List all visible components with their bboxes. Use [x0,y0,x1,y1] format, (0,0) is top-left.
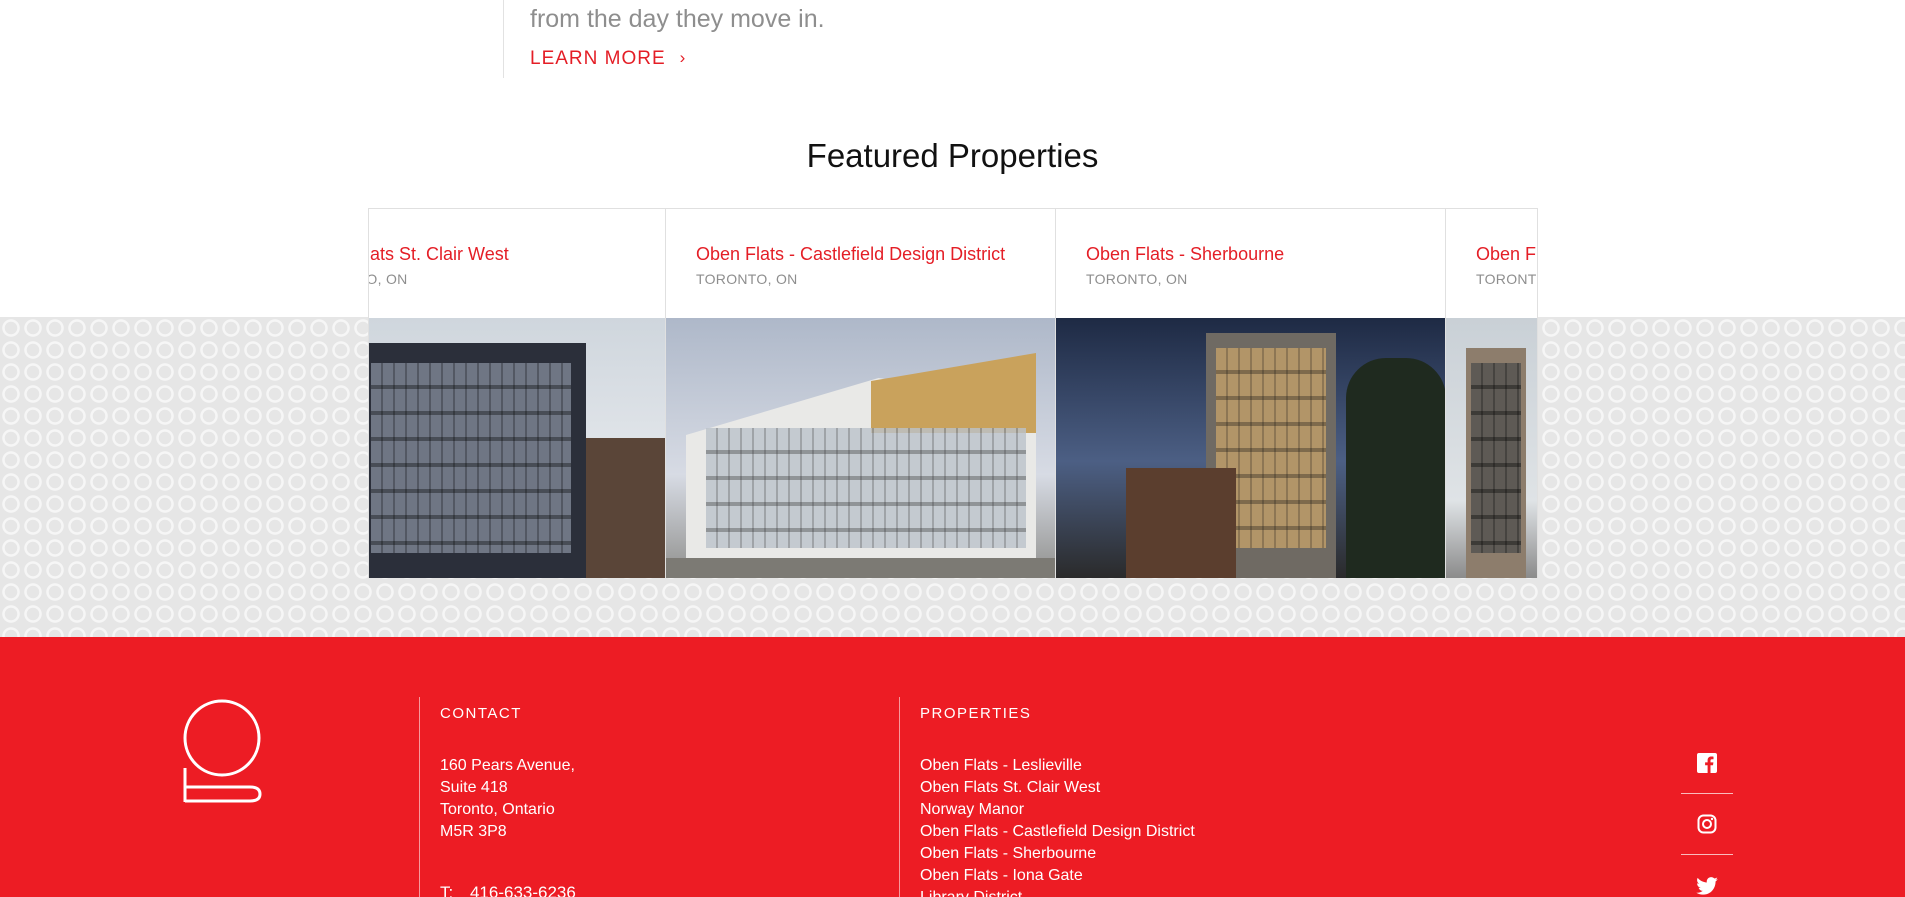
carousel-track: Oben Flats St. Clair West TORONTO, ON Ob… [369,209,1537,578]
contact-phone: T: 416-633-6236 [440,883,899,897]
chevron-right-icon: › [679,48,687,67]
property-link[interactable]: Oben Flats - Leslieville [920,755,1399,777]
contact-heading: CONTACT [440,705,522,722]
learn-more-label: LEARN MORE [530,48,666,69]
property-title[interactable]: Oben Flats - Iona Gate [1476,243,1537,265]
street [666,558,1055,578]
property-title[interactable]: Oben Flats St. Clair West [369,243,665,265]
card-header: Oben Flats - Castlefield Design District… [666,209,1055,318]
address-line: M5R 3P8 [440,823,507,840]
property-location: TORONTO, ON [1086,271,1188,287]
property-location: TORONTO, ON [696,271,798,287]
twitter-icon [1696,876,1718,895]
properties-list: Oben Flats - Leslieville Oben Flats St. … [920,755,1399,897]
building-shape [1126,468,1236,578]
building-windows [1471,363,1521,553]
property-image[interactable] [1446,318,1537,578]
building-accent [871,353,1036,433]
building-shape [586,438,665,578]
social-links [1681,733,1733,897]
intro-text: from the day they move in. [530,5,825,33]
property-image[interactable] [369,318,665,578]
facebook-icon [1697,753,1717,773]
intro-block: from the day they move in. LEARN MORE › [503,0,1103,78]
properties-column: PROPERTIES Oben Flats - Leslieville Oben… [899,697,1399,897]
property-location: TORONTO, ON [369,271,408,287]
phone-link[interactable]: 416-633-6236 [470,883,576,897]
instagram-icon [1697,814,1717,834]
instagram-link[interactable] [1681,794,1733,855]
property-link[interactable]: Library District [920,887,1399,897]
property-link[interactable]: Oben Flats St. Clair West [920,777,1399,799]
property-card[interactable]: Oben Flats St. Clair West TORONTO, ON [369,209,666,578]
contact-address: 160 Pears Avenue, Suite 418 Toronto, Ont… [440,755,899,843]
address-line: Suite 418 [440,779,508,796]
facebook-link[interactable] [1681,733,1733,794]
property-image[interactable] [1056,318,1445,578]
property-link[interactable]: Oben Flats - Castlefield Design District [920,821,1399,843]
building-windows [371,363,571,553]
properties-carousel[interactable]: Oben Flats St. Clair West TORONTO, ON Ob… [368,208,1538,578]
property-link[interactable]: Oben Flats - Iona Gate [920,865,1399,887]
page: from the day they move in. LEARN MORE › … [0,0,1905,897]
featured-properties-title: Featured Properties [806,137,1099,174]
property-link[interactable]: Oben Flats - Sherbourne [920,843,1399,865]
property-card[interactable]: Oben Flats - Iona Gate TORONTO, ON [1446,209,1537,578]
building-windows [706,428,1026,548]
card-header: Oben Flats St. Clair West TORONTO, ON [369,209,665,318]
learn-more-link[interactable]: LEARN MORE › [530,48,686,70]
properties-heading: PROPERTIES [920,705,1032,722]
property-title[interactable]: Oben Flats - Sherbourne [1086,243,1445,265]
card-header: Oben Flats - Iona Gate TORONTO, ON [1446,209,1537,318]
address-line: 160 Pears Avenue, [440,757,575,774]
property-location: TORONTO, ON [1476,271,1537,287]
contact-column: CONTACT 160 Pears Avenue, Suite 418 Toro… [419,697,899,897]
site-footer: CONTACT 160 Pears Avenue, Suite 418 Toro… [0,637,1905,897]
oben-logo-icon[interactable] [182,698,262,804]
address-line: Toronto, Ontario [440,801,555,818]
tree-shape [1346,358,1445,578]
twitter-link[interactable] [1681,855,1733,897]
property-title[interactable]: Oben Flats - Castlefield Design District [696,243,1055,265]
property-image[interactable] [666,318,1055,578]
phone-label: T: [440,883,454,897]
property-link[interactable]: Norway Manor [920,799,1399,821]
card-header: Oben Flats - Sherbourne TORONTO, ON [1056,209,1445,318]
property-card[interactable]: Oben Flats - Sherbourne TORONTO, ON [1056,209,1446,578]
property-card[interactable]: Oben Flats - Castlefield Design District… [666,209,1056,578]
